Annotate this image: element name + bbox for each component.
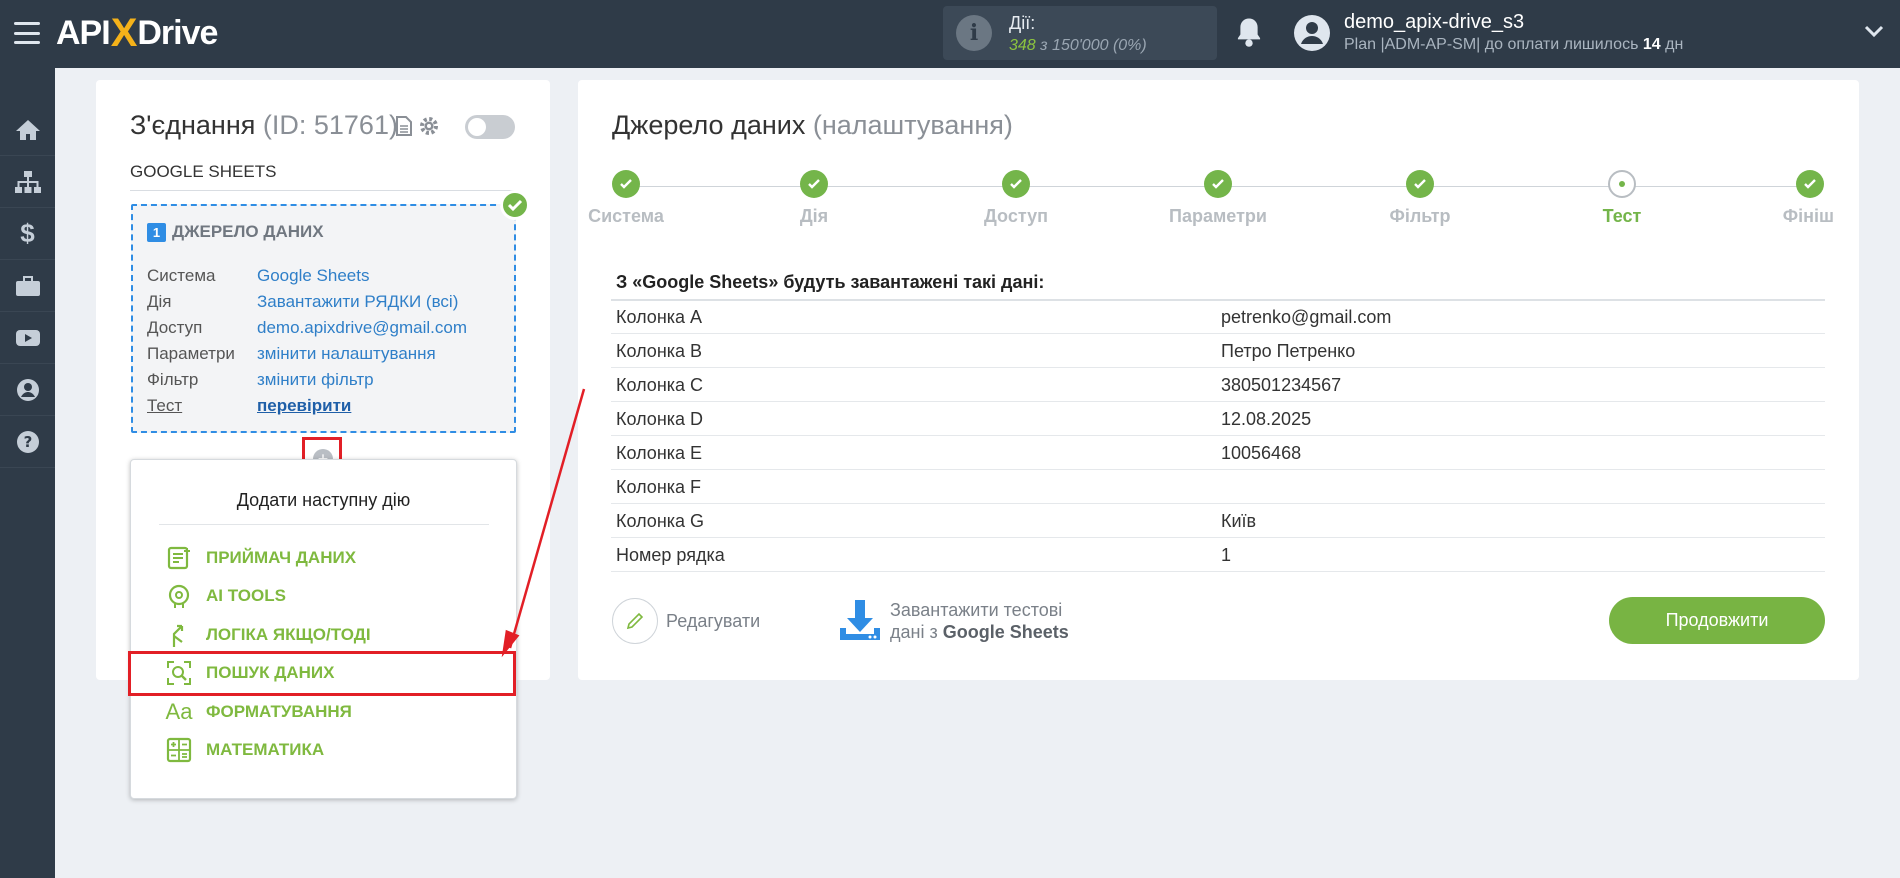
connection-toggle[interactable] <box>465 115 515 139</box>
math-icon <box>166 737 192 763</box>
help-icon: ? <box>16 430 39 453</box>
source-access-link[interactable]: demo.apixdrive@gmail.com <box>257 318 467 338</box>
table-row: Колонка C 380501234567 <box>611 368 1825 402</box>
step-access[interactable]: Доступ <box>946 170 1086 227</box>
source-row-system: Система Google Sheets <box>147 266 370 286</box>
add-item-math[interactable]: МАТЕМАТИКА <box>164 735 324 765</box>
chevron-down-icon[interactable] <box>1864 24 1884 38</box>
source-row-access: Доступ demo.apixdrive@gmail.com <box>147 318 468 338</box>
download-test-data-button[interactable]: Завантажити тестові дані з Google Sheets <box>836 598 1069 644</box>
step-filter[interactable]: Фільтр <box>1350 170 1490 227</box>
sidebar: $ ? <box>0 68 55 878</box>
sidebar-item-home[interactable] <box>0 104 55 156</box>
source-action-link[interactable]: Завантажити РЯДКИ (всі) <box>257 292 458 312</box>
svg-text:?: ? <box>23 433 32 451</box>
source-settings-panel: Джерело даних (налаштування) Система Дія… <box>578 80 1859 680</box>
source-system-link[interactable]: Google Sheets <box>257 266 369 286</box>
actions-label: Дії: <box>1009 13 1036 33</box>
dollar-icon: $ <box>20 218 35 248</box>
add-item-ai-tools[interactable]: AI TOOLS <box>164 581 286 611</box>
user-plan: Plan |ADM-AP-SM| до оплати лишилось 14 д… <box>1344 36 1684 53</box>
table-row: Номер рядка 1 <box>611 538 1825 572</box>
table-row: Колонка G Київ <box>611 504 1825 538</box>
search-data-highlight <box>128 651 516 696</box>
continue-button[interactable]: Продовжити <box>1609 597 1825 644</box>
briefcase-icon <box>15 275 40 296</box>
bell-icon[interactable] <box>1234 16 1264 48</box>
table-row: Колонка D 12.08.2025 <box>611 402 1825 436</box>
edit-button[interactable]: Редагувати <box>612 598 760 644</box>
receiver-icon <box>167 546 190 570</box>
divider <box>159 524 489 525</box>
sidebar-item-tools[interactable] <box>0 260 55 312</box>
gear-icon[interactable] <box>418 115 440 137</box>
table-row: Колонка B Петро Петренко <box>611 334 1825 368</box>
user-icon <box>16 378 39 401</box>
step-action[interactable]: Дія <box>744 170 884 227</box>
connection-title: З'єднання (ID: 51761) <box>130 110 398 140</box>
actions-value: 348 з 150'000 (0%) <box>1009 37 1147 54</box>
sidebar-item-profile[interactable] <box>0 364 55 416</box>
avatar[interactable] <box>1293 14 1331 52</box>
sidebar-item-help[interactable]: ? <box>0 416 55 468</box>
source-heading: 1 ДЖЕРЕЛО ДАНИХ <box>147 222 324 242</box>
step-system[interactable]: Система <box>556 170 696 227</box>
table-row: Колонка E 10056468 <box>611 436 1825 470</box>
top-header: API X Drive i Дії: 348 з 150'000 (0%) demo… <box>0 0 1900 68</box>
source-block[interactable]: 1 ДЖЕРЕЛО ДАНИХ Система Google Sheets Дія… <box>131 204 516 433</box>
data-heading: З «Google Sheets» будуть завантажені так… <box>611 272 1825 301</box>
logic-icon <box>172 624 184 647</box>
add-item-receiver[interactable]: ПРИЙМАЧ ДАНИХ <box>164 543 356 573</box>
source-test-link[interactable]: перевірити <box>257 396 351 416</box>
download-icon <box>840 600 880 640</box>
info-icon: i <box>956 15 992 51</box>
ai-icon <box>168 584 190 608</box>
user-name[interactable]: demo_apix-drive_s3 <box>1344 11 1524 34</box>
youtube-icon <box>15 329 40 346</box>
source-row-action: Дія Завантажити РЯДКИ (всі) <box>147 292 459 312</box>
actions-counter: i Дії: 348 з 150'000 (0%) <box>943 6 1217 60</box>
menu-icon[interactable] <box>14 22 40 44</box>
step-finish[interactable]: Фініш <box>1740 170 1880 227</box>
source-params-link[interactable]: змінити налаштування <box>257 344 436 364</box>
add-item-formatting[interactable]: Aa ФОРМАТУВАННЯ <box>164 697 352 727</box>
check-icon <box>500 190 530 220</box>
source-row-params: Параметри змінити налаштування <box>147 344 436 364</box>
pencil-icon <box>626 612 644 630</box>
sidebar-item-connections[interactable] <box>0 156 55 208</box>
source-filter-link[interactable]: змінити фільтр <box>257 370 374 390</box>
table-row: Колонка F <box>611 470 1825 504</box>
source-row-test: Тест перевірити <box>147 396 352 416</box>
sitemap-icon <box>14 170 41 193</box>
format-icon: Aa <box>165 699 193 724</box>
source-row-filter: Фільтр змінити фільтр <box>147 370 374 390</box>
sidebar-item-video[interactable] <box>0 312 55 364</box>
step-params[interactable]: Параметри <box>1148 170 1288 227</box>
add-action-panel: Додати наступну дію ПРИЙМАЧ ДАНИХ AI TOO… <box>130 459 517 799</box>
sidebar-item-billing[interactable]: $ <box>0 208 55 260</box>
document-icon[interactable] <box>396 116 412 136</box>
source-title: Джерело даних (налаштування) <box>612 110 1013 140</box>
add-action-title: Додати наступну дію <box>236 490 411 510</box>
logo[interactable]: API X Drive <box>56 10 218 56</box>
step-number-badge: 1 <box>147 222 166 242</box>
connection-name[interactable]: GOOGLE SHEETS <box>130 162 515 191</box>
home-icon <box>15 119 40 140</box>
table-row: Колонка Apetrenko@gmail.com <box>611 300 1825 334</box>
add-item-logic[interactable]: ЛОГІКА ЯКЩО/ТОДІ <box>164 620 371 650</box>
step-test[interactable]: Тест <box>1552 170 1692 227</box>
